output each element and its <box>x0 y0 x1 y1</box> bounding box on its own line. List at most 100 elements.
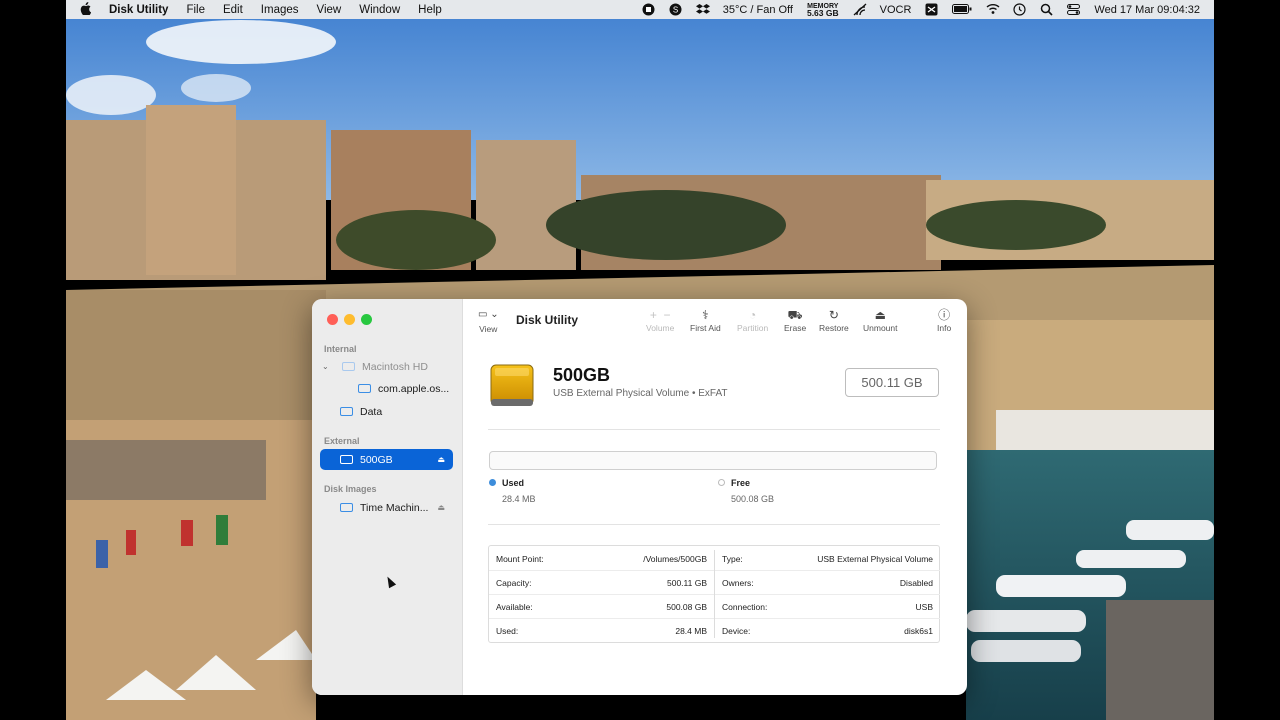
used-value: 28.4 MB <box>502 494 536 504</box>
partition-button[interactable]: ◔ Partition <box>737 308 768 333</box>
temperature-fan-status[interactable]: 35°C / Fan Off <box>723 4 793 16</box>
view-button[interactable]: ▭ ⌄ View <box>478 309 499 334</box>
external-disk-icon <box>490 364 534 406</box>
volume-icon <box>342 362 355 371</box>
info-key: Capacity: <box>496 577 532 588</box>
info-key: Device: <box>722 626 751 636</box>
info-key: Owners: <box>722 577 754 588</box>
sidebar-item-label: Time Machin... <box>360 501 429 514</box>
battery-icon[interactable] <box>952 3 972 16</box>
sidebar-item-data[interactable]: Data <box>320 401 473 422</box>
disk-name: 500GB <box>553 365 611 385</box>
info-value: USB External Physical Volume <box>817 553 933 564</box>
stethoscope-icon: ⚕ <box>702 308 709 322</box>
erase-label: Erase <box>784 323 807 333</box>
info-value: disk6s1 <box>904 626 933 636</box>
memory-status[interactable]: MEMORY 5.63 GB <box>807 3 839 17</box>
apple-menu-icon[interactable] <box>80 1 92 18</box>
wifi-icon[interactable] <box>986 3 1000 16</box>
eject-icon[interactable]: ⏏ <box>437 503 445 512</box>
info-row-available: Available: 500.08 GB <box>489 595 714 619</box>
dropbox-icon[interactable] <box>695 3 710 16</box>
menu-images[interactable]: Images <box>261 4 299 16</box>
menu-view[interactable]: View <box>317 4 342 16</box>
erase-button[interactable]: ⛟ Erase <box>784 308 806 333</box>
menu-help[interactable]: Help <box>418 4 442 16</box>
first-aid-label: First Aid <box>690 323 721 333</box>
restore-button[interactable]: ↻ Restore <box>819 308 849 333</box>
menu-edit[interactable]: Edit <box>223 4 243 16</box>
unmount-button[interactable]: ⏏ Unmount <box>863 308 898 333</box>
info-value: 28.4 MB <box>675 626 707 636</box>
restore-icon: ↻ <box>828 308 839 322</box>
volume-icon <box>358 384 371 393</box>
used-label: Used <box>502 478 525 488</box>
close-button[interactable] <box>327 314 338 325</box>
control-center-icon[interactable] <box>1067 3 1081 16</box>
menu-file[interactable]: File <box>186 4 205 16</box>
clock[interactable]: Wed 17 Mar 09:04:32 <box>1094 4 1200 16</box>
first-aid-button[interactable]: ⚕ First Aid <box>690 308 721 333</box>
info-value: 500.11 GB <box>666 577 707 588</box>
divider <box>488 429 940 430</box>
spotlight-search-icon[interactable] <box>1040 3 1053 16</box>
menu-window[interactable]: Window <box>359 4 400 16</box>
minimize-button[interactable] <box>344 314 355 325</box>
sidebar-item-macintosh-hd[interactable]: ⌄ Macintosh HD <box>320 356 475 377</box>
usage-bar <box>489 451 937 470</box>
main-content: 500GB USB External Physical Volume • ExF… <box>462 345 967 695</box>
window-title: Disk Utility <box>516 313 579 327</box>
restore-label: Restore <box>819 323 849 333</box>
sidebar-item-label: 500GB <box>360 453 393 466</box>
time-machine-icon[interactable] <box>1013 3 1027 16</box>
section-internal: Internal <box>324 344 357 354</box>
window-controls <box>327 314 372 325</box>
free-legend-dot <box>718 479 725 486</box>
desktop: Disk Utility File Edit Images View Windo… <box>66 0 1214 720</box>
info-row-device: Device: disk6s1 <box>715 619 940 643</box>
menu-bar: Disk Utility File Edit Images View Windo… <box>66 0 1214 19</box>
disk-image-icon <box>340 503 353 512</box>
erase-icon: ⛟ <box>787 308 803 322</box>
divider <box>488 524 940 525</box>
info-row-owners: Owners: Disabled <box>715 571 940 595</box>
zoom-button[interactable] <box>361 314 372 325</box>
info-key: Connection: <box>722 601 768 612</box>
info-icon: ⓘ <box>938 308 951 322</box>
sidebar-toggle-icon: ▭ ⌄ <box>478 309 499 320</box>
app-switch-icon[interactable] <box>925 3 938 16</box>
info-value: Disabled <box>899 577 933 588</box>
volume-label: Volume <box>646 323 675 333</box>
record-icon[interactable] <box>642 3 655 16</box>
eject-icon[interactable]: ⏏ <box>437 455 445 464</box>
disk-subtitle: USB External Physical Volume • ExFAT <box>553 388 728 399</box>
info-key: Type: <box>722 553 743 564</box>
info-table: Mount Point: /Volumes/500GB Capacity: 50… <box>488 545 940 643</box>
sidebar-item-500gb[interactable]: 500GB ⏏ <box>320 449 453 470</box>
sidebar-item-time-machine[interactable]: Time Machin... ⏏ <box>320 497 453 518</box>
grammarly-icon[interactable]: S <box>669 3 682 16</box>
sidebar-item-label: Data <box>360 405 383 418</box>
disk-utility-window: Internal ⌄ Macintosh HD com.apple.os... … <box>312 299 967 695</box>
volume-icon <box>340 407 353 416</box>
sidebar-item-label: Macintosh HD <box>362 360 428 373</box>
sidebar-item-label: com.apple.os... <box>378 382 450 395</box>
vocr-status[interactable]: VOCR <box>880 4 912 16</box>
info-value: /Volumes/500GB <box>643 553 707 564</box>
sidebar: Internal ⌄ Macintosh HD com.apple.os... … <box>312 299 463 695</box>
menu-app-name[interactable]: Disk Utility <box>109 4 168 16</box>
plus-minus-icon: + − <box>649 308 671 322</box>
info-row-capacity: Capacity: 500.11 GB <box>489 571 714 595</box>
volume-button[interactable]: + − Volume <box>646 308 674 333</box>
info-row-connection: Connection: USB <box>715 595 940 619</box>
eject-icon: ⏏ <box>874 308 886 322</box>
info-key: Used: <box>496 626 519 636</box>
disk-size-badge: 500.11 GB <box>845 368 939 397</box>
used-legend-dot <box>489 479 496 486</box>
memory-value: 5.63 GB <box>806 7 839 18</box>
info-button[interactable]: ⓘ Info <box>937 308 951 333</box>
signal-icon[interactable] <box>853 3 867 16</box>
info-row-type: Type: USB External Physical Volume <box>715 547 940 571</box>
disclosure-chevron-icon[interactable]: ⌄ <box>322 362 329 371</box>
info-value: USB <box>915 601 933 612</box>
